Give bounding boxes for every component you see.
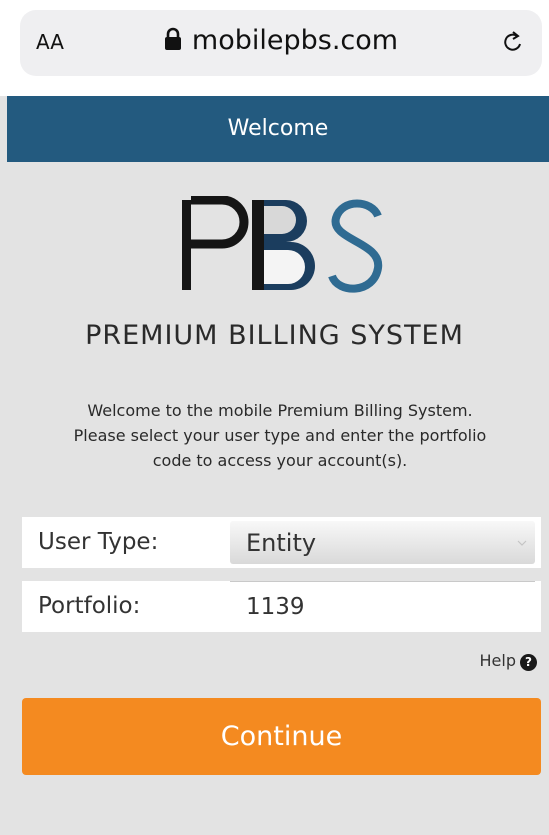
help-link[interactable]: Help? [480, 649, 537, 673]
intro-line: Please select your user type and enter t… [73, 426, 487, 445]
page-title: Welcome [227, 116, 329, 141]
url-display[interactable]: mobilepbs.com [20, 24, 542, 58]
lock-icon [164, 27, 181, 50]
user-type-row: User Type: Entity [22, 517, 541, 568]
reload-icon[interactable] [500, 30, 526, 56]
url-text: mobilepbs.com [191, 25, 399, 56]
logo-subtitle: PREMIUM BILLING SYSTEM [85, 320, 464, 351]
intro-line: Welcome to the mobile Premium Billing Sy… [87, 401, 473, 420]
user-type-value: Entity [246, 529, 317, 557]
help-label: Help [479, 651, 516, 670]
user-type-label: User Type: [38, 529, 159, 555]
chevron-down-icon [517, 540, 527, 546]
intro-line: code to access your account(s). [152, 451, 408, 470]
question-circle-icon: ? [520, 654, 537, 671]
pbs-logo [182, 196, 383, 293]
portfolio-row: Portfolio: [22, 581, 541, 632]
portfolio-label: Portfolio: [38, 593, 141, 619]
address-bar[interactable]: AA mobilepbs.com [20, 10, 542, 76]
intro-text: Welcome to the mobile Premium Billing Sy… [20, 398, 540, 473]
portfolio-input[interactable] [230, 581, 535, 632]
continue-button[interactable]: Continue [22, 698, 541, 775]
page-header: Welcome [7, 96, 549, 162]
user-type-select[interactable]: Entity [230, 521, 535, 564]
browser-toolbar: AA mobilepbs.com [0, 0, 549, 96]
